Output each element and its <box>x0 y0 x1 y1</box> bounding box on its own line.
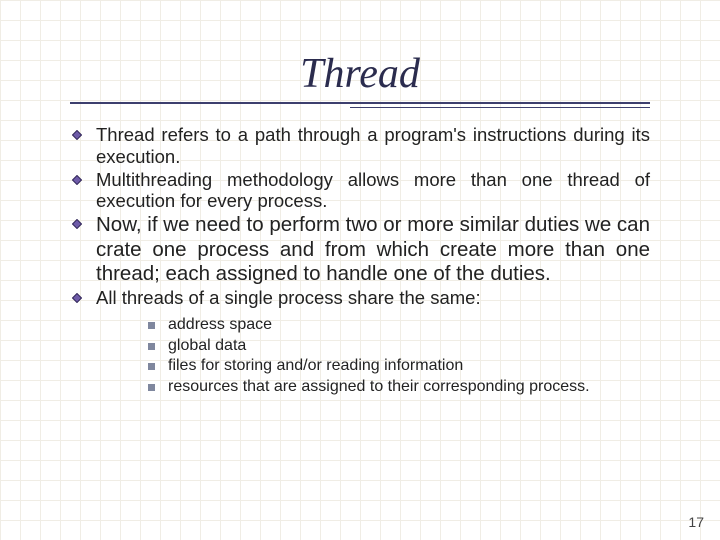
sub-bullet-text: address space <box>168 316 272 333</box>
page-title: Thread <box>70 50 650 98</box>
bullet-text: Now, if we need to perform two or more s… <box>96 213 650 284</box>
sub-bullet-text: global data <box>168 337 246 354</box>
sub-bullet-text: resources that are assigned to their cor… <box>168 378 590 395</box>
sub-bullet-item: files for storing and/or reading informa… <box>146 356 650 377</box>
sub-bullet-text: files for storing and/or reading informa… <box>168 357 463 374</box>
diamond-bullet-icon <box>72 130 82 140</box>
bullet-item: Now, if we need to perform two or more s… <box>70 213 650 286</box>
bullet-text: All threads of a single process share th… <box>96 287 481 308</box>
bullet-item: Multithreading methodology allows more t… <box>70 169 650 213</box>
sub-bullet-list: address space global data files for stor… <box>146 315 650 398</box>
title-underline <box>70 102 650 114</box>
bullet-text: Multithreading methodology allows more t… <box>96 169 650 212</box>
sub-bullet-item: address space <box>146 315 650 336</box>
bullet-list: Thread refers to a path through a progra… <box>70 124 650 398</box>
diamond-bullet-icon <box>72 293 82 303</box>
bullet-item: Thread refers to a path through a progra… <box>70 124 650 168</box>
bullet-item: All threads of a single process share th… <box>70 287 650 398</box>
slide-content: Thread Thread refers to a path through a… <box>0 0 720 398</box>
page-number: 17 <box>688 514 704 530</box>
diamond-bullet-icon <box>72 219 82 229</box>
sub-bullet-item: resources that are assigned to their cor… <box>146 377 650 398</box>
bullet-text: Thread refers to a path through a progra… <box>96 124 650 167</box>
diamond-bullet-icon <box>72 175 82 185</box>
sub-bullet-item: global data <box>146 336 650 357</box>
